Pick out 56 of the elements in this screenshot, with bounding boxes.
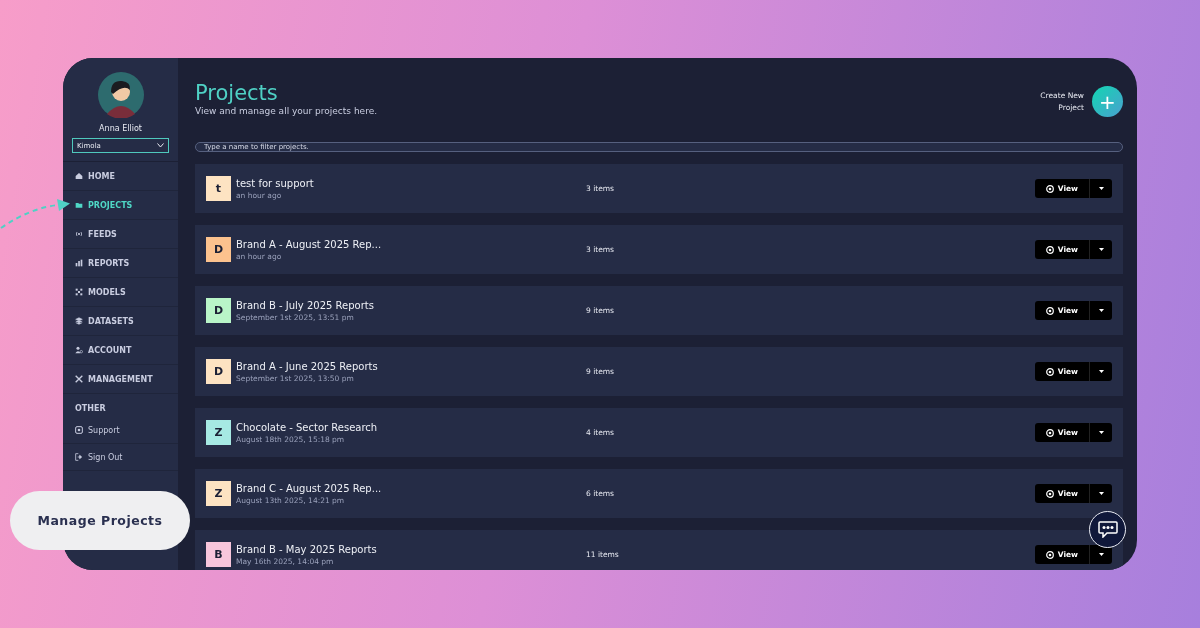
folder-icon — [75, 201, 83, 209]
caret-icon — [1098, 309, 1104, 312]
pointer-arrow — [0, 196, 72, 232]
callout-label: Manage Projects — [10, 491, 190, 550]
chevron-down-icon — [157, 143, 164, 148]
grid-icon — [75, 288, 83, 296]
caret-icon — [1098, 370, 1104, 373]
chat-icon — [1097, 521, 1118, 538]
broadcast-icon — [75, 230, 83, 238]
project-initial: B — [206, 542, 231, 567]
eye-icon — [1045, 550, 1054, 559]
nav-item[interactable]: HOME — [63, 162, 178, 191]
nav-item[interactable]: FEEDS — [63, 220, 178, 249]
project-initial: D — [206, 359, 231, 384]
square-icon — [75, 426, 83, 434]
nav-item[interactable]: DATASETS — [63, 307, 178, 336]
tools-icon — [75, 375, 83, 383]
project-initial: Z — [206, 481, 231, 506]
sign-out-icon — [75, 453, 83, 461]
user-icon — [75, 346, 83, 354]
caret-icon — [1098, 248, 1104, 251]
project-initial: D — [206, 237, 231, 262]
caret-icon — [1098, 431, 1104, 434]
project-name: test for support — [236, 177, 314, 189]
eye-icon — [1045, 184, 1054, 193]
layers-icon — [75, 317, 83, 325]
nav-item[interactable]: REPORTS — [63, 249, 178, 278]
caret-icon — [1098, 187, 1104, 190]
nav-item[interactable]: Support — [63, 417, 178, 444]
project-name: Brand C - August 2025 Rep... — [236, 482, 382, 494]
home-icon — [75, 172, 83, 180]
project-name: Brand B - July 2025 Reports — [236, 299, 374, 311]
section-heading: OTHER — [74, 403, 107, 415]
eye-icon — [1045, 245, 1054, 254]
eye-icon — [1045, 428, 1054, 437]
project-name: Chocolate - Sector Research — [236, 421, 378, 433]
eye-icon — [1045, 306, 1054, 315]
eye-icon — [1045, 489, 1054, 498]
project-name: Brand A - June 2025 Reports — [236, 360, 378, 372]
project-initial: D — [206, 298, 231, 323]
caret-icon — [1098, 492, 1104, 495]
caret-icon — [1098, 553, 1104, 556]
project-name: Brand A - August 2025 Rep... — [236, 238, 382, 250]
user-name: Anna Elliot — [99, 124, 142, 133]
page-subtitle: View and manage all your projects here. — [195, 106, 378, 116]
bar-chart-icon — [75, 259, 83, 267]
page-title: Projects — [195, 80, 279, 106]
avatar[interactable] — [97, 72, 144, 118]
project-initial: Z — [206, 420, 231, 445]
nav-item[interactable]: Sign Out — [63, 444, 178, 471]
nav-item[interactable]: MANAGEMENT — [63, 365, 178, 394]
eye-icon — [1045, 367, 1054, 376]
project-name: Brand B - May 2025 Reports — [236, 543, 377, 555]
nav-item[interactable]: MODELS — [63, 278, 178, 307]
project-initial: t — [206, 176, 231, 201]
nav-item[interactable]: ACCOUNT — [63, 336, 178, 365]
